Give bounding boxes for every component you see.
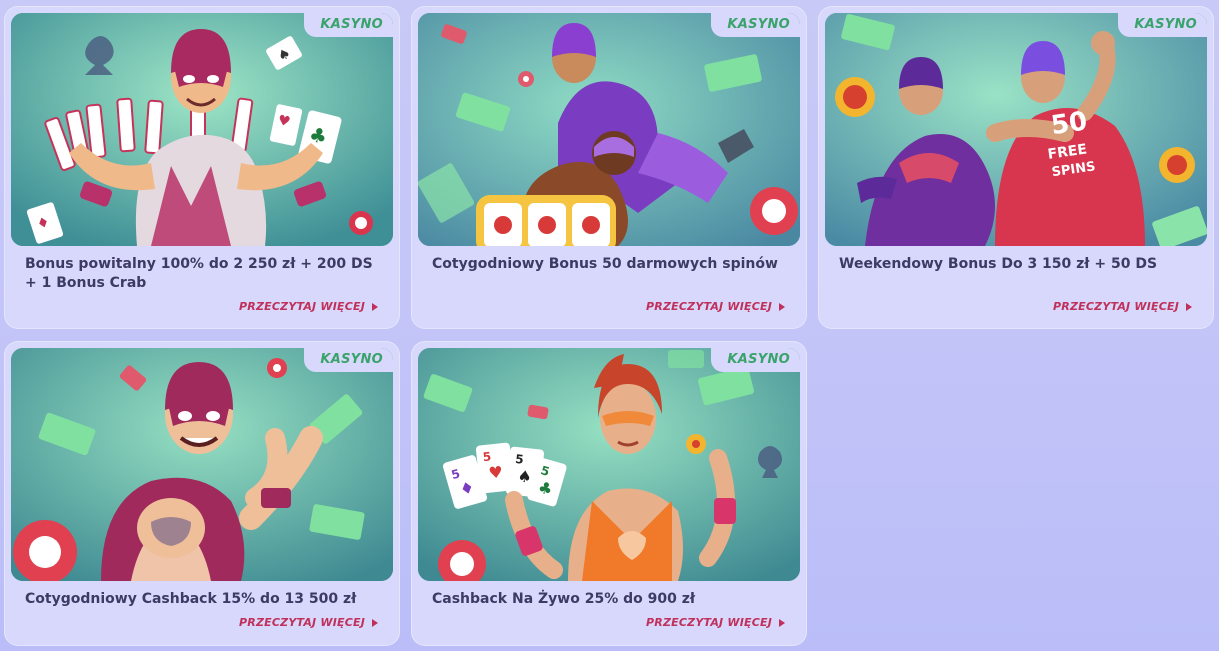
category-tag: KASYNO (711, 348, 800, 372)
wrestlers-fighting-illustration: 50 FREE SPINS (825, 13, 1207, 246)
category-tag: KASYNO (304, 348, 393, 372)
read-more-link[interactable]: PRZECZYTAJ WIĘCEJ (646, 300, 785, 313)
promo-image-wrestlers-slot[interactable]: KASYNO (418, 13, 800, 246)
category-tag: KASYNO (1118, 13, 1207, 37)
read-more-label: PRZECZYTAJ WIĘCEJ (239, 300, 365, 313)
promo-image-wrestler-flexing[interactable]: KASYNO (11, 348, 393, 581)
promo-card-live-cashback[interactable]: 5 5 5 5 ♦ ♥ ♠ ♣ KASYNO Cashback Na Żywo (411, 341, 807, 646)
chevron-right-icon (779, 618, 785, 627)
read-more-link[interactable]: PRZECZYTAJ WIĘCEJ (239, 300, 378, 313)
promo-title[interactable]: Cashback Na Żywo 25% do 900 zł (432, 590, 792, 609)
promo-card-weekend-bonus[interactable]: 50 FREE SPINS KASYNO Weekendowy Bonus Do… (818, 6, 1214, 329)
promo-image-female-wrestler[interactable]: 5 5 5 5 ♦ ♥ ♠ ♣ KASYNO (418, 348, 800, 581)
read-more-label: PRZECZYTAJ WIĘCEJ (239, 616, 365, 629)
promo-card-weekly-spins[interactable]: KASYNO Cotygodniowy Bonus 50 darmowych s… (411, 6, 807, 329)
svg-text:♠: ♠ (517, 466, 533, 486)
svg-text:♥: ♥ (488, 462, 504, 482)
promo-card-weekly-cashback[interactable]: KASYNO Cotygodniowy Cashback 15% do 13 5… (4, 341, 400, 646)
read-more-label: PRZECZYTAJ WIĘCEJ (646, 300, 772, 313)
chevron-right-icon (1186, 302, 1192, 311)
promo-image-wrestlers-fighting[interactable]: 50 FREE SPINS KASYNO (825, 13, 1207, 246)
read-more-link[interactable]: PRZECZYTAJ WIĘCEJ (239, 616, 378, 629)
wrestler-flexing-illustration (11, 348, 393, 581)
promo-card-welcome-bonus[interactable]: ♥ ♣ ♠ ♦ KASYNO Bonus powitalny 100% do 2… (4, 6, 400, 329)
read-more-link[interactable]: PRZECZYTAJ WIĘCEJ (1053, 300, 1192, 313)
chevron-right-icon (372, 302, 378, 311)
promo-image-wrestler-cards[interactable]: ♥ ♣ ♠ ♦ KASYNO (11, 13, 393, 246)
chevron-right-icon (779, 302, 785, 311)
image-text-50: 50 (1049, 106, 1089, 141)
promo-title[interactable]: Cotygodniowy Cashback 15% do 13 500 zł (25, 590, 385, 609)
card-value: 5 (482, 449, 492, 464)
read-more-label: PRZECZYTAJ WIĘCEJ (646, 616, 772, 629)
promo-title[interactable]: Weekendowy Bonus Do 3 150 zł + 50 DS (839, 255, 1199, 274)
read-more-link[interactable]: PRZECZYTAJ WIĘCEJ (646, 616, 785, 629)
category-tag: KASYNO (304, 13, 393, 37)
category-tag: KASYNO (711, 13, 800, 37)
wrestler-cards-illustration: ♥ ♣ ♠ ♦ (11, 13, 393, 246)
wrestlers-slot-illustration (418, 13, 800, 246)
read-more-label: PRZECZYTAJ WIĘCEJ (1053, 300, 1179, 313)
female-wrestler-illustration: 5 5 5 5 ♦ ♥ ♠ ♣ (418, 348, 800, 581)
promo-title[interactable]: Bonus powitalny 100% do 2 250 zł + 200 D… (25, 255, 385, 293)
chevron-right-icon (372, 618, 378, 627)
card-value: 5 (515, 452, 525, 467)
promo-title[interactable]: Cotygodniowy Bonus 50 darmowych spinów (432, 255, 792, 274)
